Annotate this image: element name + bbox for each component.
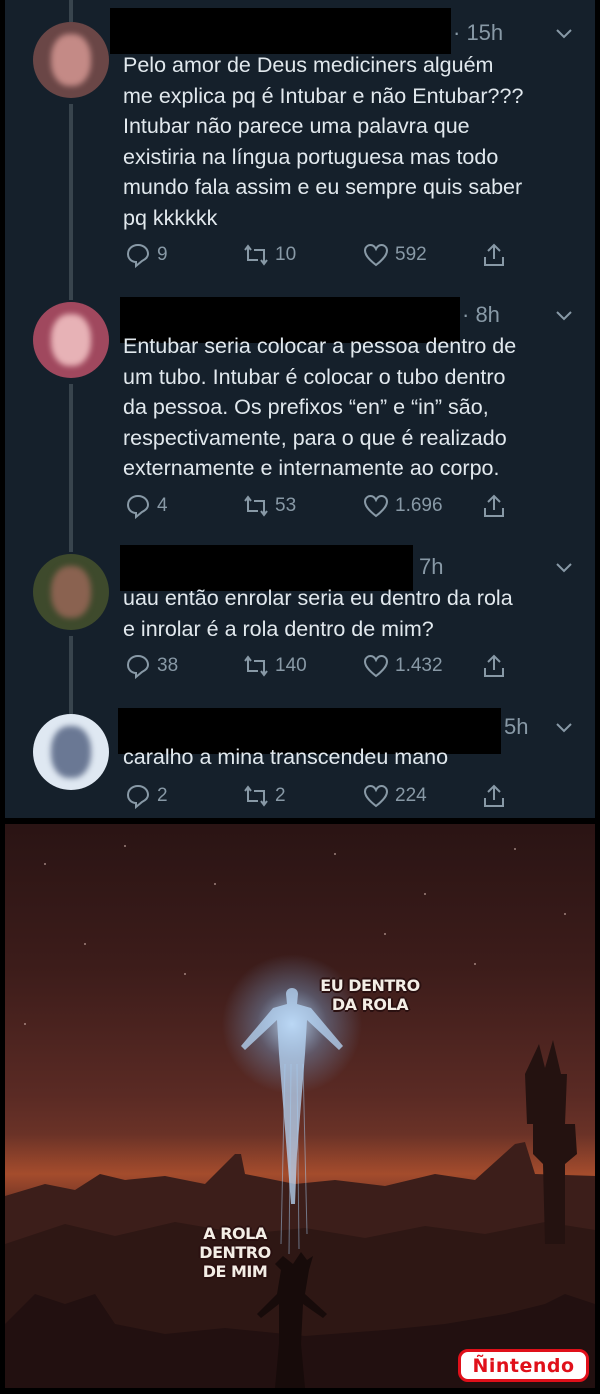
tweet-timestamp: · 15h — [453, 20, 504, 45]
reply-icon — [126, 784, 150, 809]
avatar[interactable] — [33, 302, 109, 378]
reply-button[interactable]: 38 — [125, 651, 178, 681]
meme-caption-bottom: A ROLA DENTRO DE MIM — [199, 1224, 271, 1281]
avatar[interactable] — [33, 22, 109, 98]
reply-icon — [126, 243, 150, 268]
tweet[interactable]: · 8h Entubar seria colocar a pessoa dent… — [5, 290, 595, 540]
tweet-actions: 4 53 1.696 — [123, 491, 523, 521]
retweet-count: 2 — [275, 785, 286, 806]
desert-landscape-illustration — [5, 845, 595, 1388]
retweet-icon — [244, 785, 268, 807]
tweet-timestamp: 5h — [504, 714, 529, 739]
avatar[interactable] — [33, 714, 109, 790]
share-icon — [484, 654, 504, 677]
reply-count: 2 — [157, 785, 168, 806]
meme-caption-top: EU DENTRO DA ROLA — [320, 976, 420, 1014]
reply-button[interactable]: 9 — [125, 240, 168, 270]
tweet-actions: 9 10 592 — [123, 240, 523, 270]
like-count: 224 — [395, 785, 427, 806]
like-button[interactable]: 1.432 — [363, 651, 443, 681]
tweet[interactable]: · 15h Pelo amor de Deus mediciners algué… — [5, 0, 595, 290]
meme-image: EU DENTRO DA ROLA A ROLA DENTRO DE MIM — [5, 824, 595, 1388]
retweet-count: 53 — [275, 495, 297, 516]
watermark-logo: Ñintendo — [458, 1349, 589, 1382]
reply-count: 38 — [157, 655, 179, 676]
tweet-text: caralho a mina transcendeu mano — [123, 745, 449, 769]
share-icon — [484, 243, 504, 266]
retweet-button[interactable]: 10 — [243, 240, 296, 270]
share-button[interactable] — [481, 781, 507, 811]
reply-button[interactable]: 4 — [125, 491, 168, 521]
chevron-down-icon[interactable] — [555, 718, 573, 736]
reply-count: 9 — [157, 244, 168, 265]
tweet-timestamp: · 8h — [462, 302, 500, 327]
like-count: 1.432 — [395, 655, 443, 676]
tweet-actions: 38 140 1.432 — [123, 651, 523, 681]
tweet-timestamp: 7h — [419, 554, 444, 579]
retweet-button[interactable]: 53 — [243, 491, 296, 521]
like-count: 592 — [395, 244, 427, 265]
heart-icon — [363, 654, 389, 678]
retweet-count: 10 — [275, 244, 297, 265]
like-count: 1.696 — [395, 495, 443, 516]
retweet-button[interactable]: 2 — [243, 781, 286, 811]
reply-icon — [126, 654, 150, 679]
reply-count: 4 — [157, 495, 168, 516]
share-icon — [484, 494, 504, 517]
like-button[interactable]: 1.696 — [363, 491, 443, 521]
heart-icon — [363, 494, 389, 518]
chevron-down-icon[interactable] — [555, 558, 573, 576]
tweet[interactable]: 7h uau então enrolar seria eu dentro da … — [5, 540, 595, 700]
heart-icon — [363, 784, 389, 808]
retweet-count: 140 — [275, 655, 307, 676]
tweet[interactable]: 5h caralho a mina transcendeu mano 2 2 2… — [5, 700, 595, 818]
redacted-username — [110, 8, 451, 54]
share-button[interactable] — [481, 651, 507, 681]
heart-icon — [363, 243, 389, 267]
chevron-down-icon[interactable] — [555, 306, 573, 324]
share-icon — [484, 784, 504, 807]
reply-button[interactable]: 2 — [125, 781, 168, 811]
retweet-icon — [244, 495, 268, 517]
retweet-button[interactable]: 140 — [243, 651, 307, 681]
retweet-icon — [244, 655, 268, 677]
watermark-text: Ñintendo — [472, 1354, 575, 1377]
tweet-text: Entubar seria colocar a pessoa dentro de… — [123, 334, 517, 481]
share-button[interactable] — [481, 491, 507, 521]
reply-icon — [126, 494, 150, 519]
retweet-icon — [244, 244, 268, 266]
tweet-text: Pelo amor de Deus mediciners alguém me e… — [123, 53, 524, 230]
avatar[interactable] — [33, 554, 109, 630]
share-button[interactable] — [481, 240, 507, 270]
like-button[interactable]: 592 — [363, 240, 427, 270]
chevron-down-icon[interactable] — [555, 24, 573, 42]
twitter-thread-screenshot: · 15h Pelo amor de Deus mediciners algué… — [5, 0, 595, 818]
tweet-text: uau então enrolar seria eu dentro da rol… — [123, 586, 513, 641]
like-button[interactable]: 224 — [363, 781, 427, 811]
tweet-actions: 2 2 224 — [123, 781, 523, 811]
